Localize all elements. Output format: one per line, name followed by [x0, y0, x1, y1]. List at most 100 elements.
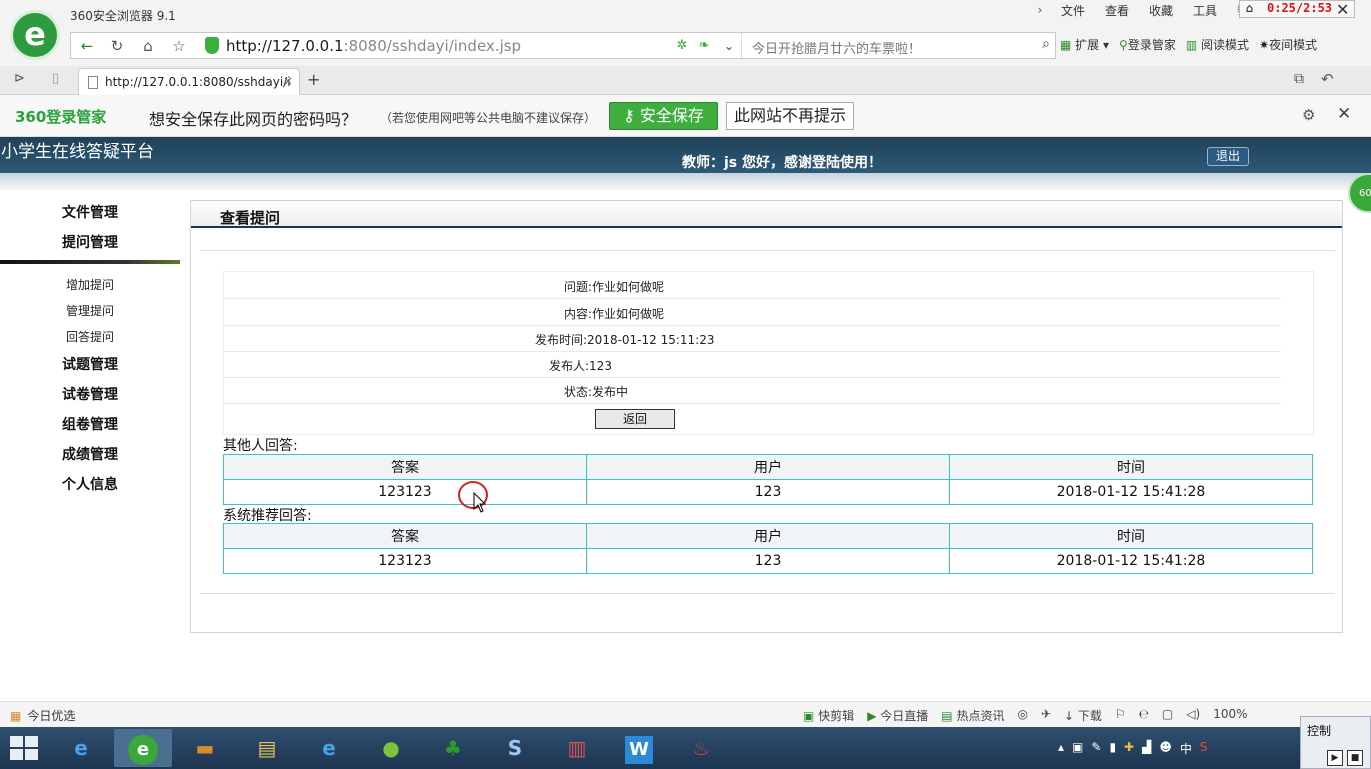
chevron-right-icon[interactable]: › [1030, 3, 1050, 17]
url-text[interactable]: http://127.0.0.1:8080/sshdayi/index.jsp [226, 37, 521, 55]
sidebar-item-personal-info[interactable]: 个人信息 [0, 470, 180, 500]
sidebar-item-grade-management[interactable]: 成绩管理 [0, 440, 180, 470]
quick-edit-button[interactable]: ▣ 快剪辑 [803, 707, 854, 724]
word-app-icon[interactable]: W [610, 729, 668, 767]
tray-360-icon[interactable]: ✚ [1124, 740, 1134, 757]
undo-close-icon[interactable]: ↶ [1321, 70, 1334, 88]
windows-start-button[interactable] [10, 736, 40, 761]
browser-titlebar: e 360安全浏览器 9.1 › 文件 查看 收藏 工具 帮助 ⌂ 0:25/2… [0, 0, 1371, 66]
cell-user: 123 [586, 548, 950, 574]
qq-icon[interactable]: ☻ [1159, 740, 1172, 757]
reading-mode-button[interactable]: ▥ 阅读模式 [1186, 36, 1249, 53]
folder-icon[interactable]: ▤ [238, 729, 296, 767]
sidebar-subitem-add-question[interactable]: 增加提问 [0, 272, 180, 298]
sidebar-item-question-management[interactable]: 提问管理 [0, 228, 180, 258]
home-icon[interactable]: ⌂ [137, 36, 159, 56]
speedup-icon[interactable]: ✲ [671, 36, 693, 56]
tray-expand-icon[interactable]: ▴ [1058, 740, 1064, 757]
stop-icon[interactable]: ■ [1347, 750, 1363, 766]
sidebar-subitem-answer-questions[interactable]: 回答提问 [0, 324, 180, 350]
detail-row-publisher: 发布人:123 [224, 351, 1281, 378]
new-tab-button[interactable]: + [307, 70, 320, 89]
chevron-down-icon[interactable]: ⌄ [718, 36, 740, 56]
pin-icon[interactable]: ✈ [1041, 707, 1051, 724]
play-icon[interactable]: ▶ [1327, 750, 1343, 766]
cell-time: 2018-01-12 15:41:28 [949, 548, 1313, 574]
search-box[interactable]: 今日开抢腊月廿六的车票啦！ ⌕ [741, 33, 1056, 58]
statusbar-tools: ▣ 快剪辑 ▶ 今日直播 ▤ 热点资讯 ◎ ✈ ↓ 下载 ⚐ ℮ ▢ ◁) 10… [803, 707, 1248, 724]
back-button[interactable]: 返回 [595, 409, 675, 429]
others-answers-label: 其他人回答: [223, 438, 298, 454]
browser-logo-icon: e [10, 10, 60, 60]
compat-icon[interactable]: ❧ [693, 36, 715, 56]
zoom-level[interactable]: 100% [1213, 707, 1247, 724]
flag-icon[interactable]: ⚐ [1115, 707, 1126, 724]
daily-picks-button[interactable]: ▦ 今日优选 [10, 707, 75, 724]
live-button[interactable]: ▶ 今日直播 [867, 707, 928, 724]
tab-current[interactable]: http://127.0.0.1:8080/sshdayi/i × [78, 68, 300, 95]
network-icon[interactable]: ▟ [1142, 740, 1151, 757]
hot-news-button[interactable]: ▤ 热点资讯 [941, 707, 1004, 724]
sidebar: 文件管理 提问管理 增加提问 管理提问 回答提问 试题管理 试卷管理 组卷管理 … [0, 198, 180, 500]
search-icon[interactable]: ⌕ [1042, 36, 1050, 52]
logout-button[interactable]: 退出 [1207, 147, 1249, 166]
refresh-icon[interactable]: ↻ [106, 36, 128, 56]
table-row: 123123 123 2018-01-12 15:41:28 [223, 548, 1313, 574]
tray-app-icon[interactable]: ▮ [1109, 740, 1116, 757]
menu-file[interactable]: 文件 [1050, 2, 1094, 19]
sogou-icon[interactable]: S [1200, 740, 1208, 757]
ie-taskbar-icon[interactable]: e [52, 729, 110, 767]
restore-window-icon[interactable]: ⧉ [1294, 71, 1304, 87]
security-shield-icon[interactable] [205, 37, 219, 54]
speed-icon[interactable]: ◎ [1017, 707, 1027, 724]
ime-indicator[interactable]: 中 [1180, 740, 1192, 757]
eclipse-app-icon[interactable]: S [486, 729, 544, 767]
extensions-button[interactable]: ▦ 扩展 ▾ [1060, 36, 1109, 53]
sidebar-subitem-manage-questions[interactable]: 管理提问 [0, 298, 180, 324]
notepad-app-icon[interactable]: ▥ [548, 729, 606, 767]
address-bar[interactable]: ← ↻ ⌂ ☆ http://127.0.0.1:8080/sshdayi/in… [70, 32, 1056, 59]
ie-taskbar-icon-2[interactable]: e [300, 729, 358, 767]
table-header-row: 答案 用户 时间 [223, 454, 1313, 480]
gear-icon[interactable]: ⚙ [1302, 106, 1315, 124]
java-app-icon[interactable]: ♨ [672, 729, 730, 767]
sound-icon[interactable]: ◁) [1186, 707, 1200, 724]
control-label: 控制 [1307, 724, 1332, 738]
question-detail: 问题:作业如何做呢 内容:作业如何做呢 发布时间:2018-01-12 15:1… [223, 271, 1314, 435]
sidebar-divider [0, 260, 180, 264]
gift-icon: ▦ [10, 709, 22, 723]
page-icon[interactable]: ▯ [52, 71, 59, 86]
login-manager-button[interactable]: ⚲登录管家 [1119, 36, 1176, 53]
close-icon[interactable]: ✕ [1337, 104, 1351, 124]
control-widget: 控制 ▶ ■ [1300, 716, 1371, 769]
tab-close-icon[interactable]: × [283, 74, 293, 88]
save-password-button[interactable]: ⚷ 安全保存 [609, 102, 718, 130]
clover-app-icon[interactable]: ♣ [424, 729, 482, 767]
tray-app-icon[interactable]: ✎ [1091, 740, 1101, 757]
sidebar-item-paper-management[interactable]: 试卷管理 [0, 380, 180, 410]
book-app-icon[interactable]: ▬ [176, 729, 234, 767]
ie-mode-icon[interactable]: ℮ [1139, 707, 1149, 724]
star-icon[interactable]: ☆ [168, 36, 190, 56]
never-for-site-button[interactable]: 此网站不再提示 [726, 102, 854, 130]
night-mode-button[interactable]: ✷夜间模式 [1259, 36, 1317, 53]
system-tray: ▴ ▣ ✎ ▮ ✚ ▟ ☻ 中 S [1058, 740, 1208, 757]
search-input[interactable]: 今日开抢腊月廿六的车票啦！ [752, 38, 921, 57]
window-close-button[interactable]: ✕ [1336, 0, 1349, 19]
back-arrow-icon[interactable]: ← [76, 36, 98, 56]
sidebar-toggle-icon[interactable]: ⊳ [14, 71, 25, 86]
window-icon[interactable]: ▢ [1162, 707, 1173, 724]
menu-view[interactable]: 查看 [1094, 2, 1138, 19]
sidebar-item-file-management[interactable]: 文件管理 [0, 198, 180, 228]
green-app-icon[interactable]: ● [362, 729, 420, 767]
sidebar-item-compose-paper[interactable]: 组卷管理 [0, 410, 180, 440]
column-header-answer: 答案 [223, 454, 587, 480]
timer-text: 0:25/2:53 [1267, 1, 1333, 15]
menu-favorites[interactable]: 收藏 [1138, 2, 1182, 19]
tray-app-icon[interactable]: ▣ [1072, 740, 1083, 757]
sidebar-item-exercise-management[interactable]: 试题管理 [0, 350, 180, 380]
recommended-answers-label: 系统推荐回答: [223, 508, 312, 524]
download-button[interactable]: ↓ 下载 [1064, 707, 1102, 724]
menu-tools[interactable]: 工具 [1182, 2, 1226, 19]
browser-360-taskbar-icon[interactable]: e [114, 729, 172, 767]
